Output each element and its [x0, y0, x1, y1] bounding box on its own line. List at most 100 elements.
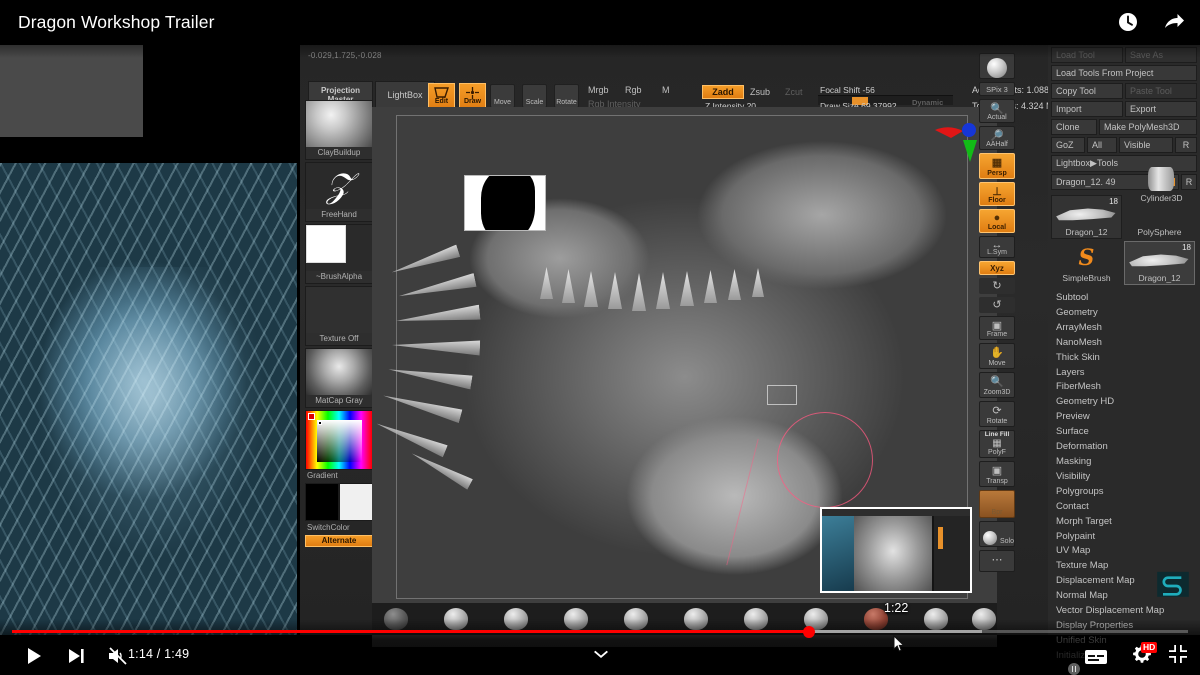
- m-button[interactable]: M: [662, 85, 670, 95]
- move-button[interactable]: Move: [490, 84, 515, 108]
- polyf-button[interactable]: Line Fill ▦ PolyF: [979, 430, 1015, 458]
- zsub-button[interactable]: Zsub: [750, 87, 770, 97]
- tool-menu-item[interactable]: Thick Skin: [1056, 351, 1200, 366]
- alternate-button[interactable]: Alternate: [305, 535, 373, 547]
- tool-menu-item[interactable]: Polygroups: [1056, 485, 1200, 500]
- projection-master-line1: Projection: [320, 85, 361, 95]
- rotate-nav-button[interactable]: ⟳ Rotate: [979, 401, 1015, 427]
- alpha-slot[interactable]: ~BrushAlpha: [305, 224, 373, 284]
- edit-button[interactable]: Edit: [428, 83, 455, 110]
- tool-menu-item[interactable]: FiberMesh: [1056, 380, 1200, 395]
- zcut-button[interactable]: Zcut: [785, 87, 803, 97]
- goz-r-button[interactable]: R: [1175, 137, 1197, 153]
- tool-cylinder3d[interactable]: Cylinder3D: [1126, 163, 1197, 203]
- paste-tool-button[interactable]: Paste Tool: [1125, 83, 1197, 99]
- tool-dragon-12-a[interactable]: 18 Dragon_12: [1051, 195, 1122, 239]
- tool-menu-item[interactable]: Geometry: [1056, 306, 1200, 321]
- tool-simplebrush[interactable]: S SimpleBrush: [1051, 241, 1122, 285]
- exit-fullscreen-button[interactable]: [1168, 644, 1188, 664]
- transp-button[interactable]: ▣ Transp: [979, 461, 1015, 487]
- tool-menu-item[interactable]: Layers: [1056, 366, 1200, 381]
- lightbox-button[interactable]: LightBox: [375, 81, 435, 109]
- secondary-color-swatch[interactable]: [339, 483, 373, 521]
- tool-menu-item[interactable]: Deformation: [1056, 440, 1200, 455]
- bpr-button[interactable]: Bpr: [979, 490, 1015, 518]
- local-button[interactable]: ● Local: [979, 209, 1015, 233]
- hd-badge: HD: [1141, 642, 1158, 653]
- all-button[interactable]: All: [1087, 137, 1117, 153]
- rgb-button[interactable]: Rgb: [625, 85, 642, 95]
- axis-gizmo[interactable]: [933, 122, 979, 170]
- visible-button[interactable]: Visible: [1119, 137, 1173, 153]
- brush-slot[interactable]: ClayBuildup: [305, 100, 373, 160]
- perspective-icon: ▦: [991, 157, 1003, 169]
- mrgb-button[interactable]: Mrgb: [588, 85, 609, 95]
- color-picker[interactable]: [305, 410, 373, 470]
- play-button[interactable]: [24, 646, 44, 666]
- tool-menu-item[interactable]: Morph Target: [1056, 515, 1200, 530]
- frame-alt-button[interactable]: ⋯: [979, 550, 1015, 572]
- lsym-button[interactable]: ↔ L.Sym: [979, 236, 1015, 258]
- solo-label: Solo: [999, 538, 1014, 545]
- tool-menu-item[interactable]: UV Map: [1056, 544, 1200, 559]
- mute-button[interactable]: [107, 646, 129, 666]
- texture-slot[interactable]: Texture Off: [305, 286, 373, 346]
- tool-menu-item[interactable]: Masking: [1056, 455, 1200, 470]
- import-button[interactable]: Import: [1051, 101, 1123, 117]
- focal-shift-label[interactable]: Focal Shift -56: [820, 85, 875, 95]
- aahalf-button[interactable]: 🔎 AAHalf: [979, 126, 1015, 150]
- tool-menu-item[interactable]: Preview: [1056, 410, 1200, 425]
- xyz-button[interactable]: Xyz: [979, 261, 1015, 275]
- rotate-ccw-icon-button[interactable]: ↺: [979, 297, 1015, 313]
- tool-menu-item[interactable]: Vector Displacement Map: [1056, 604, 1200, 619]
- draw-button[interactable]: Draw: [459, 83, 486, 110]
- video-title[interactable]: Dragon Workshop Trailer: [18, 12, 215, 33]
- zoom3d-button[interactable]: 🔍 Zoom3D: [979, 372, 1015, 398]
- scale-button[interactable]: Scale: [522, 84, 547, 108]
- tool-menu-item[interactable]: ArrayMesh: [1056, 321, 1200, 336]
- frame-button[interactable]: ▣ Frame: [979, 316, 1015, 340]
- zadd-button[interactable]: Zadd: [702, 85, 744, 99]
- watch-later-icon[interactable]: [1116, 10, 1140, 34]
- primary-color-swatch[interactable]: [305, 483, 339, 521]
- settings-button[interactable]: HD: [1132, 642, 1158, 664]
- transp-label: Transp: [986, 478, 1008, 485]
- zbrush-view-strip: SPix 3 🔍 Actual 🔎 AAHalf ▦ Persp ⊥ Floor: [979, 53, 1015, 575]
- spix-button[interactable]: SPix 3: [979, 82, 1015, 96]
- load-tools-from-project-button[interactable]: Load Tools From Project: [1051, 65, 1197, 81]
- export-button[interactable]: Export: [1125, 101, 1197, 117]
- rotate-button[interactable]: Rotate: [554, 84, 579, 108]
- rotate-cw-icon-button[interactable]: ↻: [979, 278, 1015, 294]
- persp-button[interactable]: ▦ Persp: [979, 153, 1015, 179]
- color-swatches[interactable]: [305, 483, 373, 521]
- tool-menu-item[interactable]: Surface: [1056, 425, 1200, 440]
- stroke-slot[interactable]: FreeHand: [305, 162, 373, 222]
- switchcolor-label[interactable]: SwitchColor: [305, 521, 373, 535]
- solo-button[interactable]: Solo: [979, 521, 1015, 547]
- color-picker-inner[interactable]: [317, 420, 362, 462]
- tool-menu-item[interactable]: Visibility: [1056, 470, 1200, 485]
- make-polymesh3d-button[interactable]: Make PolyMesh3D: [1099, 119, 1197, 135]
- floor-button[interactable]: ⊥ Floor: [979, 182, 1015, 206]
- tool-menu-item[interactable]: Polypaint: [1056, 530, 1200, 545]
- dynamic-label[interactable]: Dynamic: [912, 98, 943, 107]
- tool-menu-item[interactable]: Subtool: [1056, 291, 1200, 306]
- goz-button[interactable]: GoZ: [1051, 137, 1085, 153]
- rotate-label: Rotate: [556, 99, 577, 106]
- cylinder-thumb-icon: [1148, 167, 1174, 191]
- clone-button[interactable]: Clone: [1051, 119, 1097, 135]
- tool-menu-item[interactable]: Geometry HD: [1056, 395, 1200, 410]
- share-icon[interactable]: [1162, 10, 1186, 34]
- copy-tool-button[interactable]: Copy Tool: [1051, 83, 1123, 99]
- zbrush-tool-panel: Load Tool Save As Load Tools From Projec…: [1048, 45, 1200, 661]
- subtitles-button[interactable]: [1084, 648, 1108, 666]
- next-video-button[interactable]: [66, 646, 86, 666]
- tool-menu-item[interactable]: NanoMesh: [1056, 336, 1200, 351]
- material-slot[interactable]: MatCap Gray: [305, 348, 373, 408]
- tool-dragon-12-b[interactable]: 18 Dragon_12: [1124, 241, 1195, 285]
- actual-button[interactable]: 🔍 Actual: [979, 99, 1015, 123]
- reference-dragon-image: [0, 163, 297, 635]
- move-nav-button[interactable]: ✋ Move: [979, 343, 1015, 369]
- tool-menu-item[interactable]: Contact: [1056, 500, 1200, 515]
- expand-description-chevron[interactable]: [592, 648, 610, 662]
